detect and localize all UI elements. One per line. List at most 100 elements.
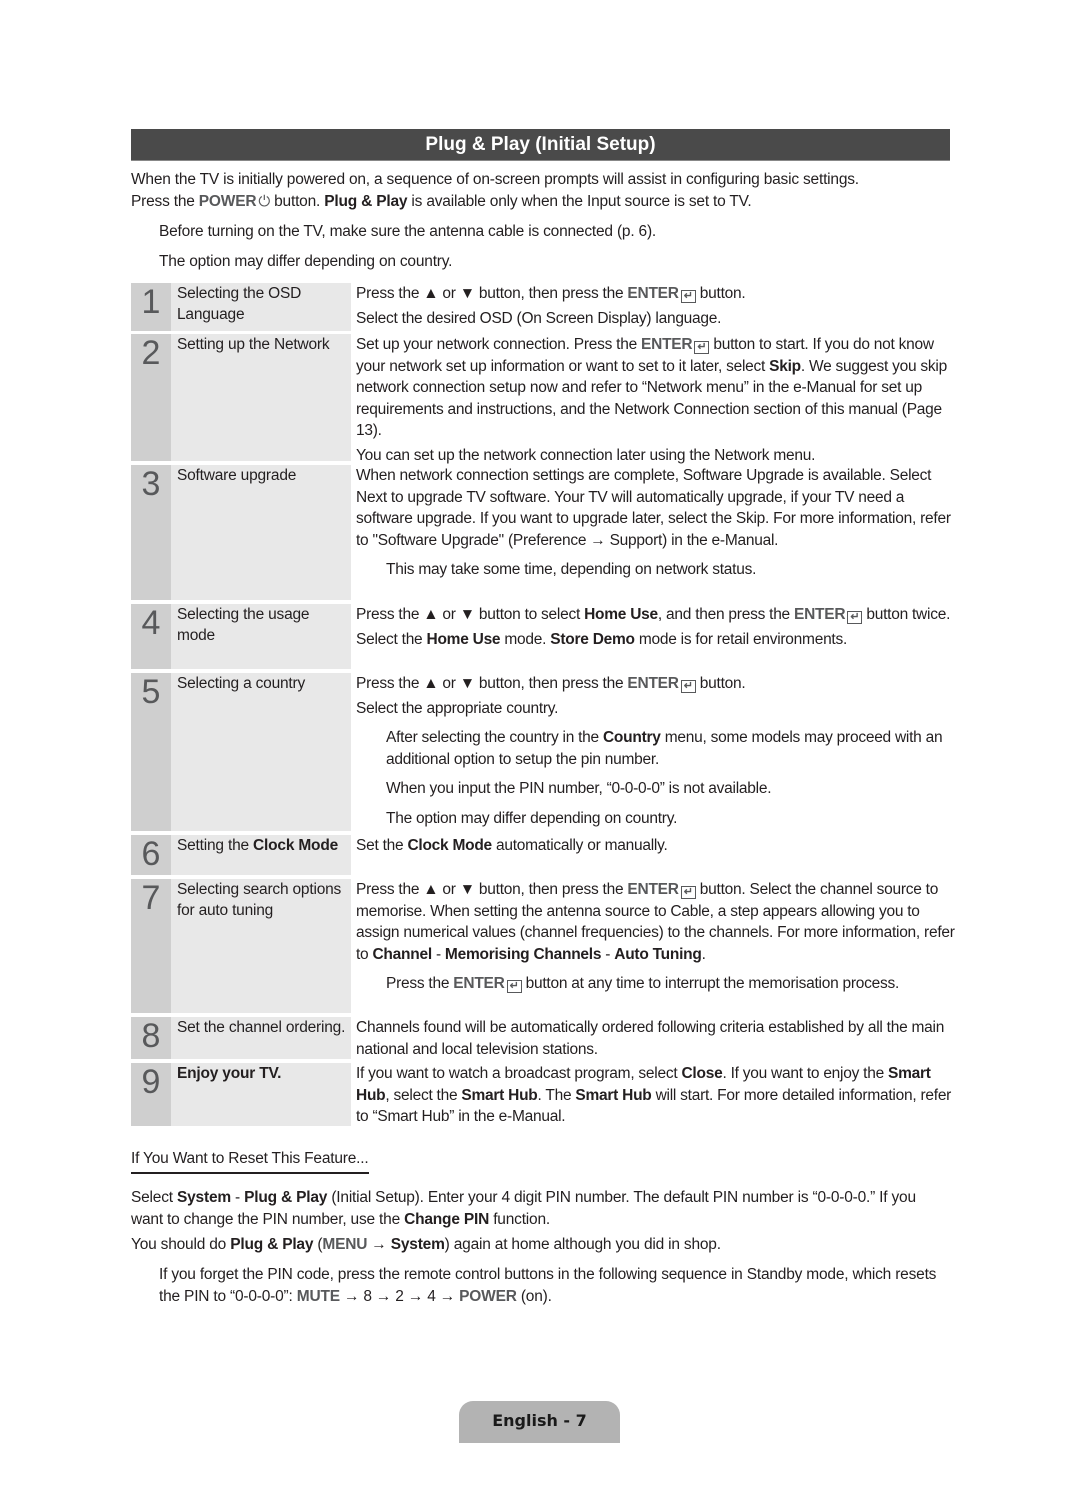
reset-text: function. [489, 1211, 550, 1228]
desc-text: Press the ▲ or ▼ button, then press the [356, 881, 628, 898]
desc-text: button. [695, 285, 746, 302]
menu-key-label: MENU [322, 1236, 368, 1253]
page-content: Plug & Play (Initial Setup) When the TV … [131, 129, 950, 273]
note: The option may differ depending on count… [159, 253, 453, 270]
desc-text: Select the desired OSD (On Screen Displa… [356, 309, 722, 327]
step-row: 8 Set the channel ordering. Channels fou… [131, 1017, 950, 1059]
intro-text: button. [270, 193, 325, 210]
reset-paragraph: Select System - Plug & Play (Initial Set… [131, 1187, 950, 1231]
desc-text: Set the [356, 837, 408, 854]
desc-text: When network connection settings are com… [356, 467, 951, 549]
label-text: Setting the [177, 837, 254, 854]
desc-text: Press the ▲ or ▼ button, then press the [356, 675, 628, 692]
desc-text: - [431, 945, 445, 963]
power-key-label: POWER [459, 1288, 517, 1305]
clock-mode-term: Clock Mode [407, 837, 492, 854]
memorising-channels-term: Memorising Channels [444, 945, 602, 963]
step-note: After selecting the country in the [386, 729, 603, 746]
step-row: 6 Setting the Clock Mode Set the Clock M… [131, 835, 950, 875]
step-number: 5 [131, 673, 171, 831]
step-label: Selecting the OSD Language [171, 283, 351, 331]
step-row: 3 Software upgrade When network connecti… [131, 465, 951, 600]
step-description: Press the ▲ or ▼ button to select Home U… [356, 604, 956, 650]
desc-text: Press the ▲ or ▼ button, then press the [356, 285, 628, 302]
auto-tuning-term: Auto Tuning [614, 945, 702, 963]
clock-mode-term: Clock Mode [253, 837, 339, 854]
desc-text: mode. [500, 630, 551, 648]
step-description: Set the Clock Mode automatically or manu… [356, 835, 956, 857]
desc-text: automatically or manually. [491, 837, 668, 854]
reset-text: ( [313, 1236, 323, 1253]
reset-note: If you forget the PIN code, press the re… [131, 1264, 950, 1308]
step-number: 4 [131, 604, 171, 669]
enter-icon: ↵ [680, 886, 696, 899]
step-label: Selecting search options for auto tuning [171, 879, 351, 1013]
reset-text: ) again at home although you did in shop… [444, 1236, 721, 1253]
label-text: Enjoy your TV. [177, 1065, 282, 1082]
store-demo-term: Store Demo [550, 630, 635, 648]
reset-heading: If You Want to Reset This Feature... [131, 1148, 369, 1174]
page-number-tab: English - 7 [459, 1401, 620, 1443]
system-term: System [390, 1236, 445, 1253]
enter-key-label: ENTER [641, 336, 693, 353]
system-term: System [177, 1189, 231, 1206]
reset-text: → 8 → 2 → 4 → [339, 1288, 460, 1305]
desc-text: Channels found will be automatically ord… [356, 1019, 945, 1058]
step-number: 2 [131, 334, 171, 461]
step-description: Channels found will be automatically ord… [356, 1017, 956, 1060]
enter-icon: ↵ [847, 611, 863, 624]
reset-text: You should do [131, 1236, 231, 1253]
reset-text: (on). [516, 1288, 552, 1305]
step-note: Press the [386, 975, 454, 992]
skip-term: Skip [769, 357, 801, 375]
enter-key-label: ENTER [627, 881, 679, 898]
desc-text: mode is for retail environments. [634, 630, 848, 648]
step-number: 1 [131, 283, 171, 331]
smart-hub-term: Smart Hub [461, 1086, 538, 1104]
step-number: 9 [131, 1063, 171, 1126]
smart-hub-term: Smart Hub [575, 1086, 652, 1104]
step-note: When you input the PIN number, “0-0-0-0”… [386, 780, 772, 797]
channel-term: Channel [372, 945, 432, 963]
intro-text: Press the [131, 193, 199, 210]
intro-text: is available only when the Input source … [407, 193, 752, 210]
enter-key-label: ENTER [794, 606, 846, 623]
step-note: This may take some time, depending on ne… [386, 561, 757, 578]
step-note: button at any time to interrupt the memo… [521, 975, 900, 992]
desc-text: , select the [385, 1086, 462, 1104]
step-label: Setting up the Network [171, 334, 351, 461]
step-number: 6 [131, 835, 171, 875]
reset-paragraph: You should do Plug & Play (MENU → System… [131, 1234, 950, 1256]
desc-text: You can set up the network connection la… [356, 446, 816, 464]
desc-text: - [601, 945, 615, 963]
step-row: 7 Selecting search options for auto tuni… [131, 879, 955, 1013]
step-note: The option may differ depending on count… [386, 809, 678, 827]
step-description: Press the ▲ or ▼ button, then press the … [356, 879, 956, 995]
step-description: When network connection settings are com… [356, 465, 956, 581]
step-label: Selecting the usage mode [171, 604, 351, 669]
plug-play-term: Plug & Play [324, 193, 408, 210]
step-label: Set the channel ordering. [171, 1017, 351, 1059]
desc-text: Set up your network connection. Press th… [356, 336, 642, 353]
step-row: 2 Setting up the Network Set up your net… [131, 334, 950, 464]
step-number: 8 [131, 1017, 171, 1059]
step-label: Software upgrade [171, 465, 351, 600]
section-title: Plug & Play (Initial Setup) [131, 129, 950, 161]
mute-key-label: MUTE [296, 1288, 340, 1305]
step-description: Press the ▲ or ▼ button, then press the … [356, 673, 956, 829]
power-icon: ⏻ [258, 193, 271, 210]
desc-text: . [701, 945, 706, 963]
step-label: Selecting a country [171, 673, 351, 831]
intro-text: When the TV is initially powered on, a s… [131, 171, 859, 188]
plug-play-term: Plug & Play [230, 1236, 314, 1253]
desc-text: If you want to watch a broadcast program… [356, 1065, 682, 1082]
step-number: 7 [131, 879, 171, 1013]
desc-text: Select the appropriate country. [356, 699, 559, 717]
desc-text: button. [695, 675, 746, 692]
desc-text: Select the [356, 630, 427, 648]
enter-key-label: ENTER [627, 675, 679, 692]
step-description: If you want to watch a broadcast program… [356, 1063, 956, 1128]
plug-play-term: Plug & Play [244, 1189, 328, 1206]
note: Before turning on the TV, make sure the … [159, 223, 657, 240]
enter-icon: ↵ [694, 341, 710, 354]
